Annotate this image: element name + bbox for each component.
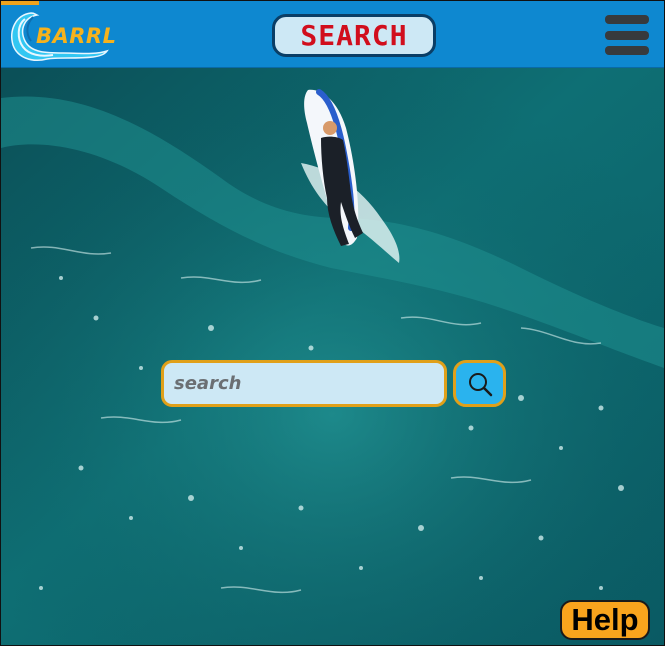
hamburger-menu-icon-bar xyxy=(605,46,649,55)
search-input[interactable] xyxy=(161,360,447,407)
hamburger-menu-button[interactable] xyxy=(605,15,649,55)
barrl-logo[interactable]: BARRL xyxy=(7,7,117,63)
help-button-label: Help xyxy=(571,602,639,637)
help-button[interactable]: Help xyxy=(560,600,650,640)
app-frame: BARRL SEARCH search Help xyxy=(0,0,665,646)
page-title-text: SEARCH xyxy=(300,19,408,52)
accent-strip xyxy=(1,1,39,5)
top-navbar: BARRL SEARCH xyxy=(1,1,664,68)
search-icon xyxy=(468,372,492,396)
hero-background-image xyxy=(1,68,664,645)
page-title: SEARCH xyxy=(272,14,436,57)
hamburger-menu-icon-bar xyxy=(605,30,649,40)
logo-text: BARRL xyxy=(36,24,117,48)
ocean-wave-image xyxy=(1,68,664,645)
hamburger-menu-icon xyxy=(605,15,649,24)
search-button[interactable] xyxy=(453,360,506,407)
